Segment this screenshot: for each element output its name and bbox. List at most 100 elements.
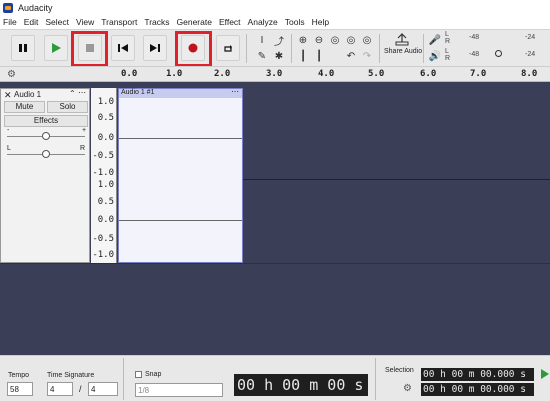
record-meter[interactable]: L R -48 -24 xyxy=(445,31,550,45)
empty-track-region[interactable] xyxy=(0,263,550,355)
stop-button[interactable] xyxy=(78,35,102,61)
snap-label: Snap xyxy=(145,371,162,378)
toolbar-divider xyxy=(246,34,247,63)
snap-checkbox[interactable] xyxy=(135,371,142,378)
multi-tool-icon[interactable]: ✱ xyxy=(272,49,286,63)
ruler-tick: 2.0 xyxy=(214,69,231,79)
time-display[interactable]: 00 h 00 m 00 s xyxy=(234,374,368,396)
amplitude-tick: 0.5 xyxy=(97,197,114,207)
menu-tracks[interactable]: Tracks xyxy=(144,17,169,27)
play-button[interactable] xyxy=(44,35,68,61)
selection-end-time[interactable]: 00 h 00 m 00.000 s xyxy=(421,383,534,396)
menu-file[interactable]: File xyxy=(3,17,17,27)
microphone-icon[interactable]: 🎤 xyxy=(428,33,442,47)
clip-menu-icon[interactable]: ⋯ xyxy=(231,87,239,96)
silence-audio-icon[interactable]: ┃ xyxy=(312,49,326,63)
skip-start-icon xyxy=(118,44,128,52)
gain-slider-thumb[interactable] xyxy=(42,132,50,140)
redo-icon[interactable]: ↷ xyxy=(360,49,374,63)
toolbar-divider xyxy=(123,358,124,400)
title-bar: Audacity xyxy=(0,0,550,15)
amplitude-tick: 0.0 xyxy=(97,133,114,143)
ruler-tick: 4.0 xyxy=(318,69,335,79)
draw-tool-icon[interactable]: ✎ xyxy=(255,49,269,63)
mute-button[interactable]: Mute xyxy=(4,101,45,113)
undo-icon[interactable]: ↶ xyxy=(344,49,358,63)
stop-icon xyxy=(86,44,94,52)
menu-help[interactable]: Help xyxy=(312,17,329,27)
pan-right-label: R xyxy=(80,145,86,152)
time-signature-numerator[interactable]: 4 xyxy=(47,382,73,396)
ruler-tick: 7.0 xyxy=(470,69,487,79)
amplitude-tick: -0.5 xyxy=(92,234,114,244)
menu-generate[interactable]: Generate xyxy=(177,17,212,27)
skip-to-start-button[interactable] xyxy=(111,35,135,61)
ruler-tick: 0.0 xyxy=(121,69,138,79)
toolbar-divider xyxy=(423,34,424,63)
solo-button[interactable]: Solo xyxy=(47,101,88,113)
trim-audio-icon[interactable]: ┃ xyxy=(296,49,310,63)
ruler-tick: 1.0 xyxy=(166,69,183,79)
pan-left-label: L xyxy=(7,145,11,152)
timeline-settings-gear-icon[interactable]: ⚙ xyxy=(7,69,19,81)
ruler-tick: 8.0 xyxy=(521,69,538,79)
record-button[interactable] xyxy=(181,35,205,61)
timeline-ruler[interactable]: ⚙ 0.0 1.0 2.0 3.0 4.0 5.0 6.0 7.0 8.0 xyxy=(0,66,550,82)
menu-analyze[interactable]: Analyze xyxy=(248,17,278,27)
selection-settings-gear-icon[interactable]: ⚙ xyxy=(403,383,415,395)
amplitude-tick: 1.0 xyxy=(97,97,114,107)
menu-edit[interactable]: Edit xyxy=(24,17,39,27)
share-audio-button[interactable]: Share Audio xyxy=(384,33,422,63)
amplitude-tick: 0.5 xyxy=(97,113,114,123)
amplitude-ruler: 1.0 0.5 0.0 -0.5 -1.0 1.0 0.5 0.0 -0.5 -… xyxy=(91,88,117,263)
share-upload-icon xyxy=(395,33,409,46)
zoom-toggle-icon[interactable]: ◎ xyxy=(360,33,374,47)
playback-meter[interactable]: L R -48 -24 xyxy=(445,48,550,62)
selection-tool-icon[interactable]: I xyxy=(255,33,269,47)
window-title: Audacity xyxy=(18,2,53,13)
clip-header[interactable]: Audio 1 #1 ⋯ xyxy=(119,87,242,98)
playback-volume-knob[interactable] xyxy=(495,50,502,57)
play-icon xyxy=(52,43,61,53)
menu-view[interactable]: View xyxy=(76,17,94,27)
time-signature-slash: / xyxy=(79,384,82,394)
selection-start-time[interactable]: 00 h 00 m 00.000 s xyxy=(421,368,534,381)
gain-minus-label: - xyxy=(7,127,10,134)
skip-end-icon xyxy=(150,44,160,52)
track-menu-icon[interactable]: ⋯ xyxy=(78,88,86,97)
zoom-in-icon[interactable]: ⊕ xyxy=(296,33,310,47)
amplitude-tick: -1.0 xyxy=(92,250,114,260)
waveform-center-line xyxy=(119,138,242,139)
tempo-field[interactable]: 58 xyxy=(7,382,33,396)
skip-to-end-button[interactable] xyxy=(143,35,167,61)
time-signature-denominator[interactable]: 4 xyxy=(88,382,118,396)
zoom-selection-icon[interactable]: ◎ xyxy=(328,33,342,47)
speaker-icon[interactable]: 🔊 xyxy=(428,49,442,63)
pan-slider-thumb[interactable] xyxy=(42,150,50,158)
audio-clip[interactable]: Audio 1 #1 ⋯ xyxy=(118,87,243,263)
track-collapse-icon[interactable]: ⌃ xyxy=(69,89,76,98)
ruler-tick: 3.0 xyxy=(266,69,283,79)
pause-button[interactable] xyxy=(11,35,35,61)
pause-icon xyxy=(19,44,27,52)
effects-button[interactable]: Effects xyxy=(4,115,88,127)
envelope-tool-icon[interactable]: ⤴ xyxy=(272,33,286,48)
snap-dropdown[interactable]: 1/8 xyxy=(135,383,223,397)
amplitude-tick: 0.0 xyxy=(97,215,114,225)
menu-tools[interactable]: Tools xyxy=(285,17,305,27)
menu-transport[interactable]: Transport xyxy=(101,17,137,27)
menu-effect[interactable]: Effect xyxy=(219,17,241,27)
track-name[interactable]: Audio 1 xyxy=(14,90,41,99)
zoom-out-icon[interactable]: ⊖ xyxy=(312,33,326,47)
play-at-speed-icon[interactable] xyxy=(541,369,549,381)
tempo-label: Tempo xyxy=(8,372,30,379)
track-close-icon[interactable]: ✕ xyxy=(4,90,12,101)
loop-button[interactable] xyxy=(216,35,240,61)
menu-select[interactable]: Select xyxy=(45,17,69,27)
loop-icon xyxy=(223,44,232,52)
ruler-tick: 6.0 xyxy=(420,69,437,79)
toolbar: I ⤴ ✎ ✱ ⊕ ⊖ ◎ ◎ ◎ ┃ ┃ ↶ ↷ Share Audio 🎤 … xyxy=(0,29,550,67)
waveform-center-line xyxy=(119,220,242,221)
toolbar-divider xyxy=(291,34,292,63)
zoom-fit-icon[interactable]: ◎ xyxy=(344,33,358,47)
